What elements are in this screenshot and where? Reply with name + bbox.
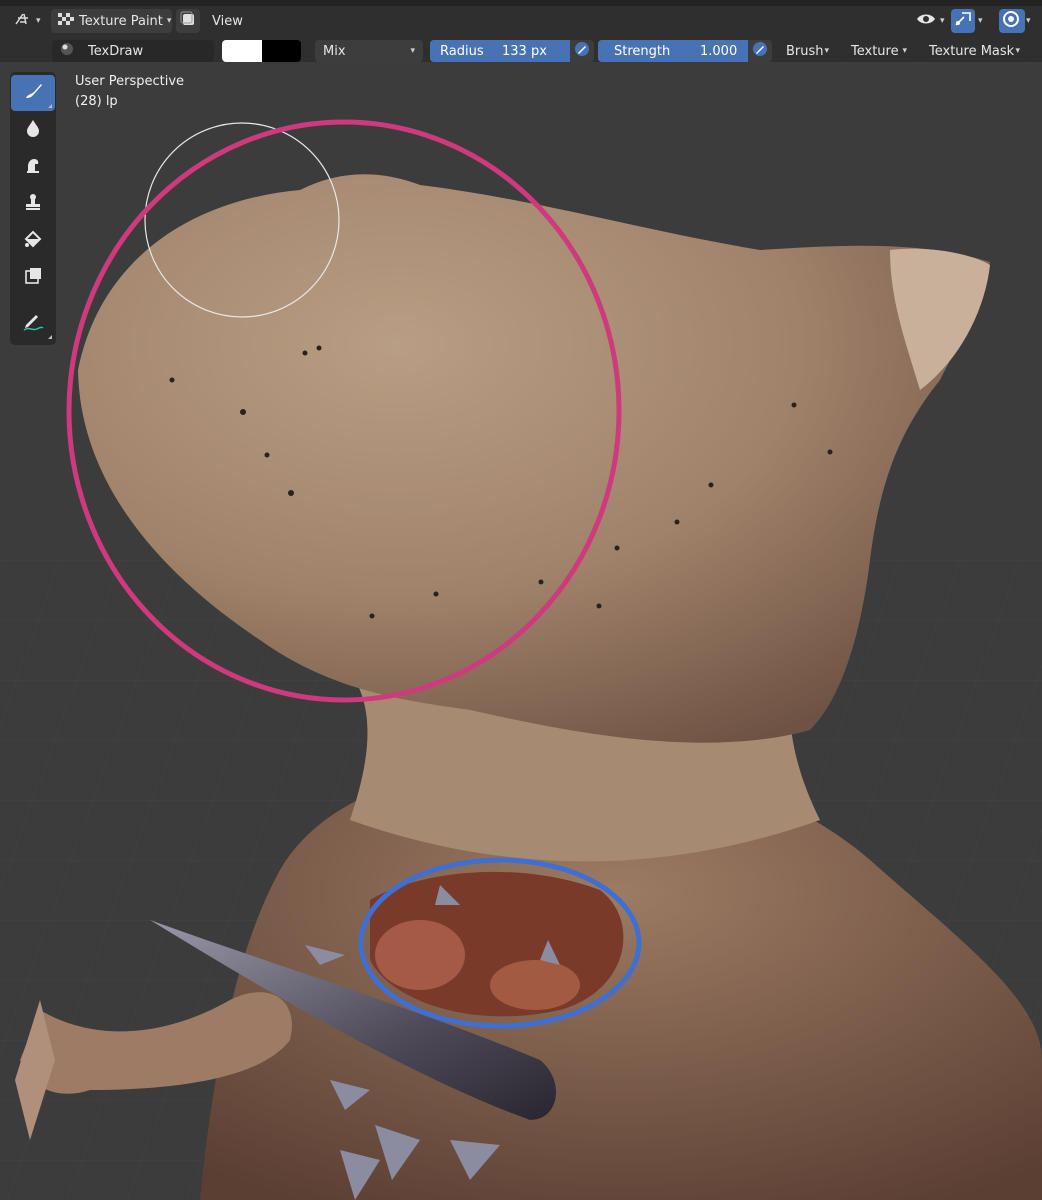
tool-soften[interactable] (11, 112, 55, 148)
texture-menu[interactable]: Texture ▾ (843, 40, 915, 62)
soften-icon (22, 117, 44, 143)
chevron-down-icon: ▾ (978, 16, 983, 26)
tool-mask[interactable] (11, 260, 55, 296)
left-toolbar (10, 72, 56, 345)
radius-slider[interactable]: Radius 133 px (430, 40, 570, 62)
chevron-down-icon: ▾ (166, 16, 172, 26)
chevron-down-icon: ▾ (1026, 16, 1031, 26)
paint-mask-toggle[interactable] (176, 9, 200, 33)
face-mask-icon (180, 11, 196, 31)
view-menu-label: View (212, 13, 243, 29)
perspective-label: User Perspective (75, 74, 185, 89)
editor-type-icon (14, 12, 32, 30)
gizmo-icon (954, 11, 972, 31)
texture-paint-icon (57, 12, 75, 30)
tool-draw[interactable] (11, 75, 55, 111)
radius-label: Radius (440, 43, 484, 59)
smear-icon (22, 154, 44, 180)
texture-menu-label: Texture (851, 43, 899, 59)
tool-fill[interactable] (11, 223, 55, 259)
chevron-down-icon: ▾ (1015, 46, 1020, 56)
tool-settings-bar: TexDraw Mix ▾ Radius 133 px Strength 1.0… (0, 40, 1042, 62)
brush-preview-icon (60, 42, 74, 60)
texture-mask-menu-label: Texture Mask (929, 43, 1015, 59)
tool-clone[interactable] (11, 186, 55, 222)
toolbar-separator (10, 297, 56, 305)
strength-label: Strength (614, 43, 671, 59)
chevron-down-icon: ▾ (824, 46, 829, 56)
draw-brush-icon (22, 80, 44, 106)
window-top-strip (0, 0, 1042, 6)
mask-icon (22, 265, 44, 291)
chevron-down-icon: ▾ (36, 16, 41, 26)
viewport-canvas[interactable] (0, 0, 1042, 1200)
paint-bucket-icon (22, 228, 44, 254)
overlays-icon (1002, 10, 1020, 32)
overlays-dropdown[interactable]: ▾ (1024, 9, 1033, 33)
chevron-down-icon: ▾ (902, 46, 907, 56)
strength-value: 1.000 (700, 43, 738, 59)
mode-label: Texture Paint (79, 13, 163, 29)
pen-pressure-icon (752, 41, 768, 61)
object-info-label: (28) lp (75, 94, 118, 109)
chevron-down-icon: ▾ (410, 46, 415, 56)
radius-pressure-toggle[interactable] (570, 40, 594, 62)
strength-slider[interactable]: Strength 1.000 (598, 40, 748, 62)
clone-stamp-icon (22, 191, 44, 217)
tool-smear[interactable] (11, 149, 55, 185)
brush-menu-label: Brush (786, 43, 824, 59)
primary-color-swatch[interactable] (222, 40, 262, 62)
secondary-color-swatch[interactable] (262, 40, 301, 62)
visibility-dropdown[interactable]: ▾ (910, 9, 951, 33)
eye-icon (916, 12, 936, 30)
tool-variants-indicator (48, 335, 52, 339)
pen-pressure-icon (574, 41, 590, 61)
viewport-header: ▾ Texture Paint ▾ View ▾ ▾ ▾ (0, 0, 1042, 40)
annotate-pencil-icon (21, 311, 45, 337)
view-menu[interactable]: View (206, 9, 249, 33)
gizmo-toggle[interactable] (951, 9, 975, 33)
brush-name: TexDraw (88, 43, 144, 59)
overlays-toggle[interactable] (999, 9, 1025, 33)
texture-mask-menu[interactable]: Texture Mask ▾ (921, 40, 1028, 62)
strength-pressure-toggle[interactable] (748, 40, 772, 62)
radius-value: 133 px (502, 43, 547, 59)
viewport-info: User Perspective (28) lp (75, 72, 184, 112)
blend-mode-value: Mix (323, 43, 346, 59)
chevron-down-icon: ▾ (940, 16, 945, 26)
editor-type-button[interactable]: ▾ (8, 9, 47, 33)
brush-menu[interactable]: Brush ▾ (778, 40, 837, 62)
blend-mode-dropdown[interactable]: Mix ▾ (315, 40, 423, 62)
brush-selector[interactable]: TexDraw (52, 40, 214, 62)
tool-annotate[interactable] (11, 306, 55, 342)
gizmo-dropdown[interactable]: ▾ (976, 9, 985, 33)
tool-variants-indicator (48, 104, 52, 108)
mode-dropdown[interactable]: Texture Paint ▾ (51, 9, 172, 33)
